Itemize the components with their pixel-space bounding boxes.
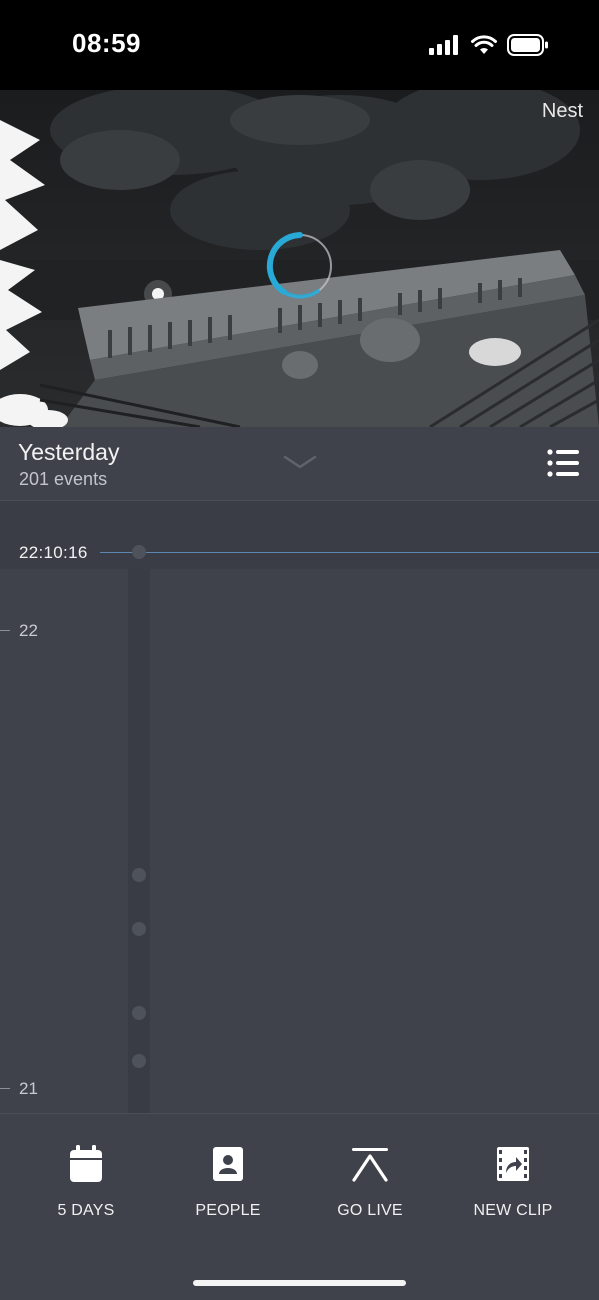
go-live-button[interactable]: GO LIVE: [299, 1144, 441, 1220]
person-badge-icon: [213, 1147, 243, 1181]
event-marker[interactable]: [132, 1054, 146, 1068]
day-title: Yesterday: [18, 439, 120, 465]
timeline-cursor-line[interactable]: [100, 552, 599, 553]
hour-tick: [0, 630, 10, 631]
people-label: PEOPLE: [195, 1202, 261, 1219]
loading-spinner-icon: [266, 232, 332, 299]
go-live-icon: [352, 1148, 388, 1182]
event-marker[interactable]: [132, 868, 146, 882]
camera-feed[interactable]: Nest: [0, 90, 599, 427]
camera-brand-label: Nest: [541, 100, 583, 122]
bottom-toolbar: 5 DAYS PEOPLE GO LIVE NEW CLIP: [0, 1113, 599, 1300]
people-button[interactable]: PEOPLE: [157, 1144, 299, 1220]
signal-icon: [429, 35, 458, 55]
timeline-header: Yesterday 201 events: [0, 427, 599, 501]
event-marker[interactable]: [132, 545, 146, 559]
event-timeline[interactable]: 22:10:16 22 21: [0, 501, 599, 1113]
new-clip-button[interactable]: NEW CLIP: [442, 1144, 584, 1220]
list-icon[interactable]: [547, 447, 579, 479]
hour-label: 21: [19, 1079, 38, 1098]
home-indicator[interactable]: [193, 1280, 406, 1286]
wifi-icon: [471, 35, 497, 54]
battery-icon: [507, 34, 548, 56]
status-icons: [429, 34, 549, 56]
event-marker[interactable]: [132, 922, 146, 936]
event-count: 201 events: [19, 469, 108, 489]
five-days-label: 5 DAYS: [57, 1202, 115, 1219]
status-time: 08:59: [72, 28, 141, 58]
chevron-down-icon[interactable]: [283, 455, 317, 469]
new-clip-icon: [497, 1147, 529, 1181]
timeline-track: [128, 501, 150, 1113]
event-marker[interactable]: [132, 1006, 146, 1020]
five-days-button[interactable]: 5 DAYS: [15, 1144, 157, 1220]
timeline-cursor-time: 22:10:16: [19, 543, 88, 562]
status-bar: 08:59: [0, 0, 599, 90]
hour-tick: [0, 1088, 10, 1089]
calendar-icon: [70, 1145, 102, 1182]
timeline-cursor-band: [0, 501, 599, 569]
new-clip-label: NEW CLIP: [473, 1202, 553, 1219]
hour-label: 22: [19, 621, 38, 640]
go-live-label: GO LIVE: [337, 1202, 403, 1219]
